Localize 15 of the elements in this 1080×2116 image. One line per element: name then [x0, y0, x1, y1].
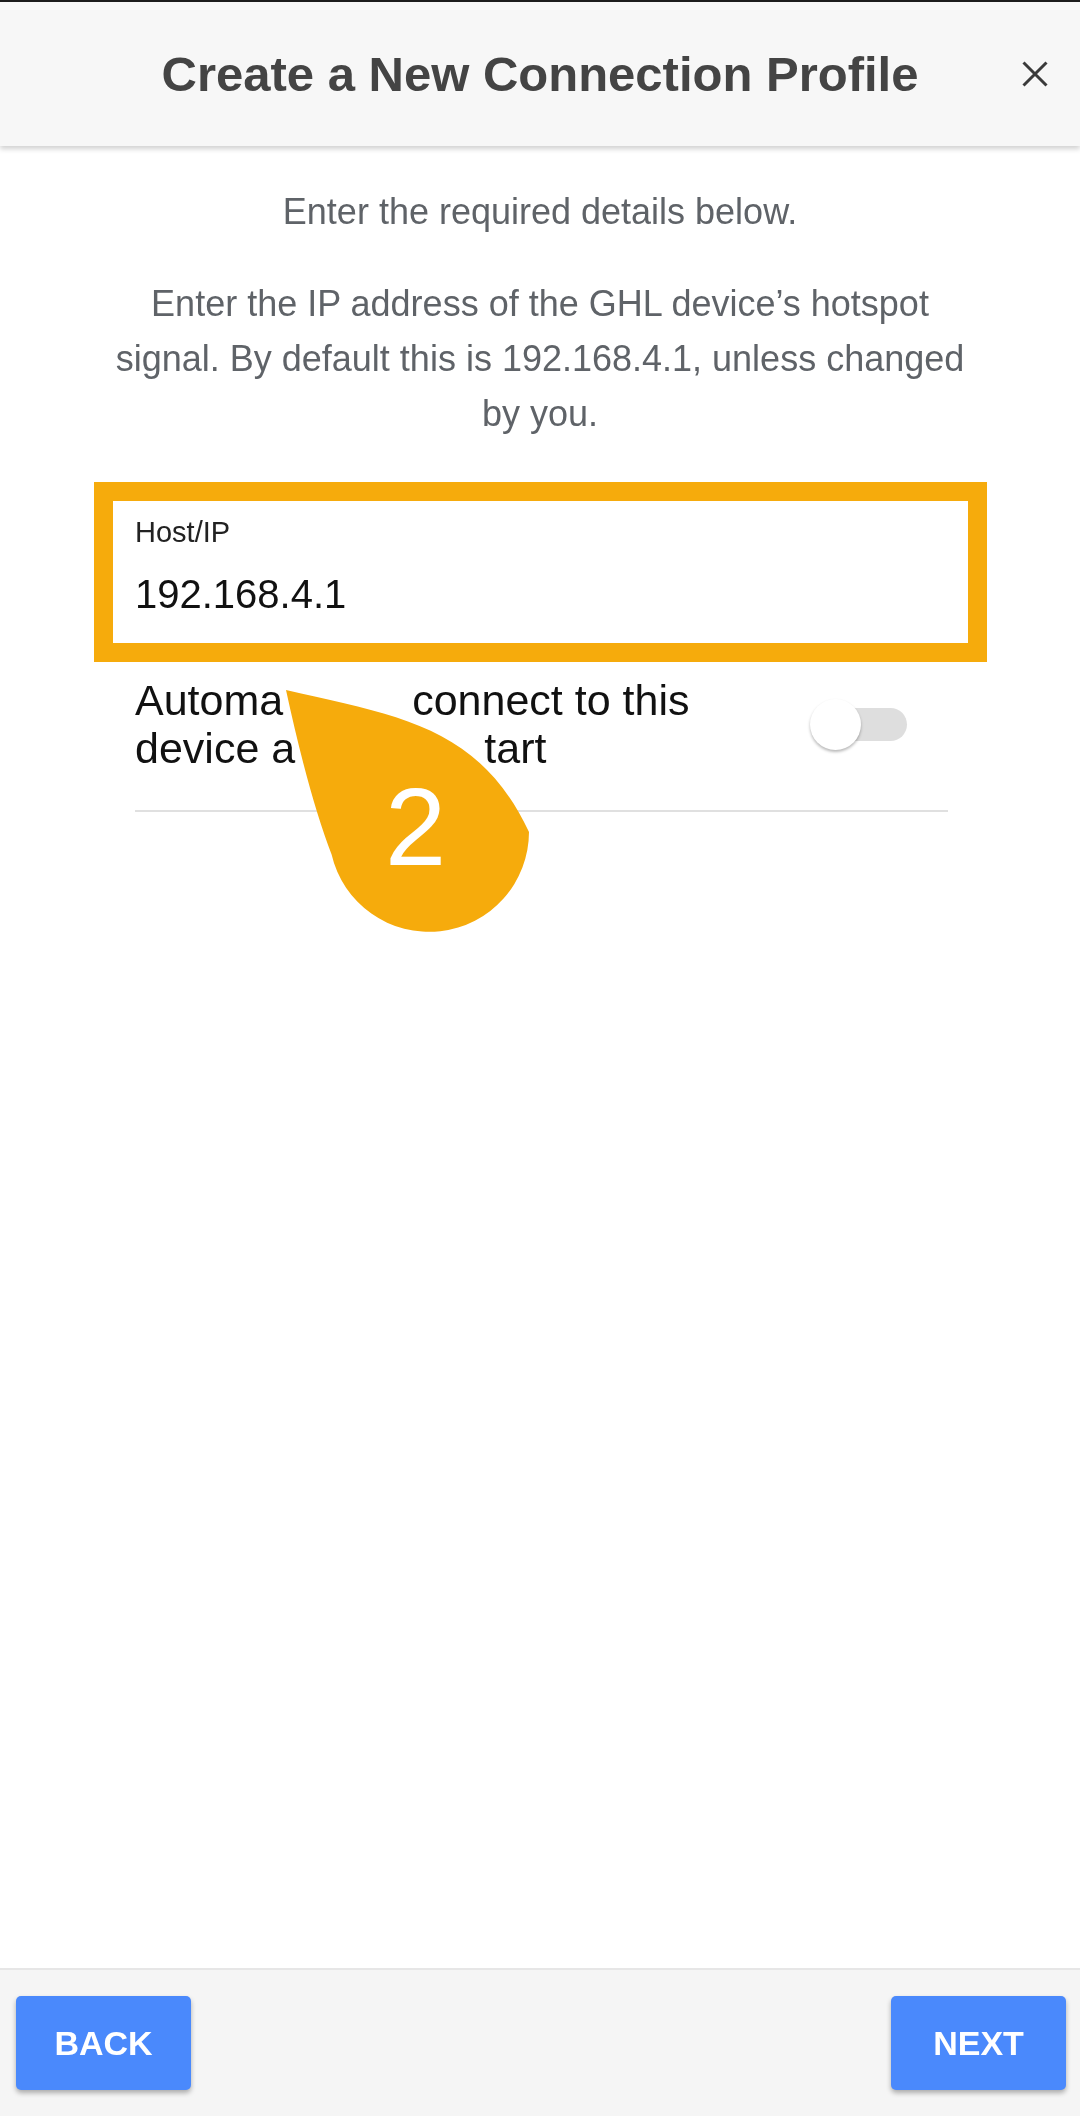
next-button[interactable]: NEXT [891, 1996, 1066, 2090]
field-label: Host/IP [135, 517, 231, 548]
back-button[interactable]: BACK [16, 1996, 191, 2090]
callout-number: 2 [385, 772, 447, 882]
close-button[interactable] [1022, 61, 1048, 87]
close-icon [1022, 61, 1048, 87]
toggle-label: device a [135, 724, 296, 772]
host-ip-input[interactable]: 192.168.4.1 [135, 570, 946, 618]
auto-connect-switch[interactable] [810, 698, 907, 750]
toggle-label: Automa [135, 676, 284, 724]
description-text: Enter the IP address of the GHL device’s hotspot signal. By default this is 192.168.4.1, unless changed by you. [114, 282, 966, 436]
toggle-label: tart [484, 724, 547, 772]
toggle-label: connect to this [412, 676, 690, 724]
intro-text: Enter the required details below. [282, 192, 798, 232]
dialog-title: Create a New Connection Profile [161, 46, 919, 102]
